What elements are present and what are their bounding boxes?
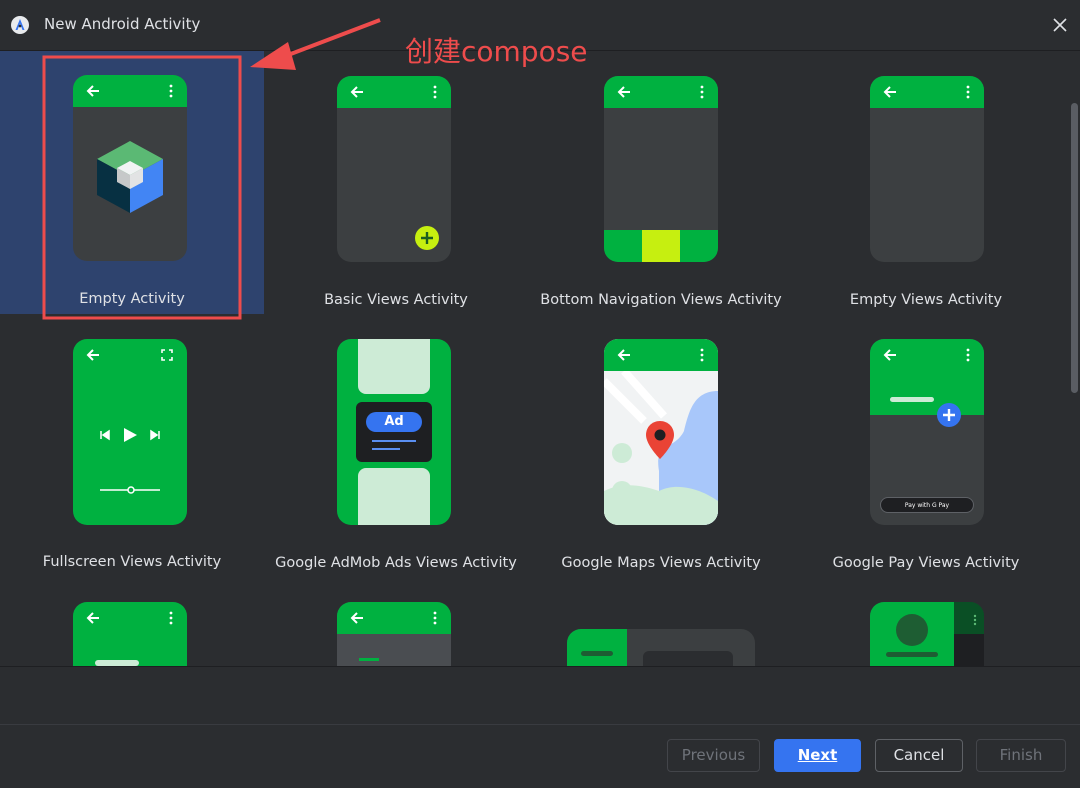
template-preview xyxy=(337,602,451,667)
avatar xyxy=(896,614,928,646)
vertical-scrollbar[interactable] xyxy=(1071,103,1078,393)
map-preview-icon xyxy=(604,371,718,525)
back-arrow-icon xyxy=(350,86,363,98)
template-label: Empty Activity xyxy=(79,291,185,307)
nav-rail xyxy=(567,629,627,667)
media-controls-icon xyxy=(100,428,160,442)
app-bar xyxy=(604,76,718,108)
template-preview xyxy=(870,602,984,667)
more-vert-icon xyxy=(433,85,437,99)
template-preview xyxy=(604,76,718,262)
ad-text-line xyxy=(372,448,400,450)
more-vert-icon xyxy=(966,348,970,362)
title-line xyxy=(886,652,938,657)
cancel-button[interactable]: Cancel xyxy=(875,739,963,772)
nav-line xyxy=(581,651,613,656)
tab-strip xyxy=(337,634,451,667)
more-vert-icon xyxy=(700,348,704,362)
pay-button: Pay with G Pay xyxy=(880,497,974,513)
tab-indicator xyxy=(359,658,379,661)
fab-add-icon xyxy=(937,403,961,427)
template-preview: Ad xyxy=(337,339,451,525)
template-label: Basic Views Activity xyxy=(324,292,468,308)
back-arrow-icon xyxy=(86,612,99,624)
content-placeholder xyxy=(358,339,430,394)
more-vert-icon xyxy=(433,611,437,625)
close-icon[interactable] xyxy=(1048,13,1072,37)
compose-logo-icon xyxy=(97,141,163,213)
template-tile-bottom-navigation-views-activity[interactable]: Bottom Navigation Views Activity xyxy=(529,51,793,314)
bottom-navigation-bar xyxy=(604,230,718,262)
template-tile-google-pay-views-activity[interactable]: Pay with G Pay Google Pay Views Activity xyxy=(794,314,1058,577)
title-line xyxy=(890,397,934,402)
next-button[interactable]: Next xyxy=(774,739,861,772)
content-placeholder xyxy=(358,468,430,525)
back-arrow-icon xyxy=(350,612,363,624)
next-button-label: Next xyxy=(797,746,838,764)
back-arrow-icon xyxy=(883,86,896,98)
back-arrow-icon xyxy=(617,349,630,361)
template-preview xyxy=(337,76,451,262)
template-tile-row3-2[interactable] xyxy=(264,577,528,667)
divider xyxy=(0,666,1080,667)
back-arrow-icon xyxy=(617,86,630,98)
template-tile-row3-1[interactable] xyxy=(0,577,264,667)
more-vert-icon xyxy=(169,84,173,98)
side-panel xyxy=(954,602,984,667)
template-tile-google-admob-ads-views-activity[interactable]: Ad Google AdMob Ads Views Activity xyxy=(264,314,528,577)
ad-card: Ad xyxy=(356,402,432,462)
template-tile-fullscreen-views-activity[interactable]: Fullscreen Views Activity xyxy=(0,314,264,577)
template-tile-row3-4[interactable] xyxy=(794,577,1058,667)
template-preview xyxy=(604,339,718,525)
template-gallery: Empty Activity Basic Views Activity Bott… xyxy=(0,50,1080,667)
template-label: Empty Views Activity xyxy=(849,292,1003,308)
fab-add-icon xyxy=(415,226,439,250)
cancel-button-label: Cancel xyxy=(893,746,945,764)
android-studio-logo-icon xyxy=(11,16,29,34)
divider xyxy=(0,724,1080,725)
template-tile-empty-views-activity[interactable]: Empty Views Activity xyxy=(794,51,1058,314)
ad-text-line xyxy=(372,440,416,442)
back-arrow-icon xyxy=(86,349,99,361)
more-vert-icon xyxy=(966,85,970,99)
template-preview xyxy=(73,339,187,525)
template-label: Google Maps Views Activity xyxy=(561,555,761,571)
app-bar xyxy=(870,76,984,108)
template-tile-empty-activity[interactable]: Empty Activity xyxy=(0,51,264,314)
annotation-text: 创建compose xyxy=(405,35,588,68)
bottom-nav-selected-item xyxy=(642,230,680,262)
template-preview: Pay with G Pay xyxy=(870,339,984,525)
previous-button[interactable]: Previous xyxy=(667,739,760,772)
more-vert-icon xyxy=(700,85,704,99)
side-panel-header xyxy=(954,602,984,634)
fullscreen-icon xyxy=(161,349,173,361)
template-preview xyxy=(73,602,187,667)
app-bar xyxy=(604,339,718,371)
template-tile-google-maps-views-activity[interactable]: Google Maps Views Activity xyxy=(529,314,793,577)
app-bar xyxy=(337,76,451,108)
more-vert-icon xyxy=(169,611,173,625)
template-tile-basic-views-activity[interactable]: Basic Views Activity xyxy=(264,51,528,314)
app-bar xyxy=(337,602,451,634)
template-preview xyxy=(73,75,187,261)
finish-button[interactable]: Finish xyxy=(976,739,1066,772)
app-bar xyxy=(73,75,187,107)
back-arrow-icon xyxy=(883,349,896,361)
more-vert-icon xyxy=(973,614,977,626)
template-tile-row3-3[interactable] xyxy=(529,577,793,667)
ad-badge: Ad xyxy=(366,412,422,432)
template-label: Google AdMob Ads Views Activity xyxy=(275,555,517,571)
template-label: Bottom Navigation Views Activity xyxy=(540,292,782,308)
header-banner xyxy=(870,339,984,415)
back-arrow-icon xyxy=(86,85,99,97)
template-preview xyxy=(567,629,755,667)
content-card xyxy=(643,651,733,667)
window-title: New Android Activity xyxy=(44,15,201,33)
template-label: Fullscreen Views Activity xyxy=(42,554,222,570)
seek-bar-icon xyxy=(100,486,160,494)
template-preview xyxy=(870,76,984,262)
template-label: Google Pay Views Activity xyxy=(832,555,1020,571)
